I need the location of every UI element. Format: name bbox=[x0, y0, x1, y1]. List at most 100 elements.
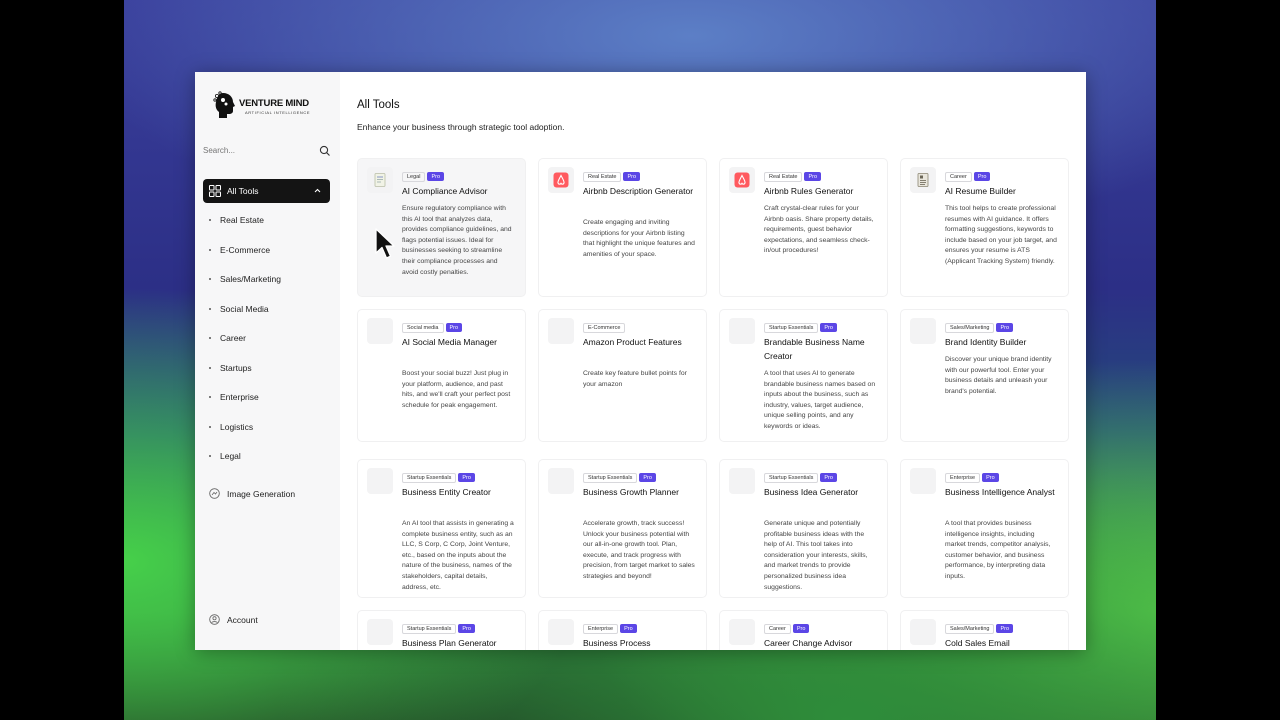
bullet-icon bbox=[209, 455, 211, 457]
app-window: VENTURE MIND ARTIFICIAL INTELLIGENCE All… bbox=[195, 72, 1086, 650]
category-badge: Career bbox=[945, 171, 972, 182]
category-badge: Sales/Marketing bbox=[945, 623, 995, 634]
category-badge: Startup Essentials bbox=[764, 322, 819, 333]
page-subtitle: Enhance your business through strategic … bbox=[357, 122, 565, 132]
pro-badge: Pro bbox=[458, 624, 475, 634]
sidebar-item-label: Account bbox=[227, 615, 258, 625]
sidebar-item-image-generation[interactable]: Image Generation bbox=[209, 486, 329, 502]
placeholder-icon bbox=[548, 468, 574, 494]
airbnb-icon bbox=[729, 167, 755, 193]
sidebar-item-e-commerce[interactable]: E-Commerce bbox=[209, 236, 329, 266]
sidebar-item-label: E-Commerce bbox=[220, 244, 271, 255]
card-tags: Startup Essentials Pro bbox=[583, 469, 656, 487]
card-title: AI Compliance Advisor bbox=[402, 186, 488, 196]
placeholder-icon bbox=[729, 318, 755, 344]
sidebar-item-real-estate[interactable]: Real Estate bbox=[209, 206, 329, 236]
card-title: Business Idea Generator bbox=[764, 487, 859, 497]
sidebar-item-label: Logistics bbox=[220, 421, 254, 432]
tool-card[interactable]: Real Estate Pro Airbnb Rules Generator Craf… bbox=[719, 158, 888, 297]
sidebar-item-enterprise[interactable]: Enterprise bbox=[209, 383, 329, 413]
placeholder-icon bbox=[729, 468, 755, 494]
sidebar-item-label: Enterprise bbox=[220, 392, 259, 402]
tool-card[interactable]: Startup Essentials Pro Business Plan Gener… bbox=[357, 610, 526, 650]
image-generation-icon bbox=[209, 488, 220, 499]
sidebar-item-label: Social Media bbox=[220, 303, 269, 314]
grid-icon bbox=[209, 185, 221, 197]
pro-badge: Pro bbox=[996, 323, 1013, 333]
pro-badge: Pro bbox=[982, 473, 999, 483]
category-badge: Real Estate bbox=[583, 171, 622, 182]
nav-all-tools[interactable]: All Tools bbox=[203, 179, 330, 203]
card-tags: Startup Essentials Pro bbox=[764, 319, 837, 337]
card-title: AI Social Media Manager bbox=[402, 337, 497, 347]
placeholder-icon bbox=[548, 318, 574, 344]
pro-badge: Pro bbox=[639, 473, 656, 483]
search-icon[interactable] bbox=[319, 145, 331, 157]
tool-card[interactable]: Career Pro Career Change Advisor bbox=[719, 610, 888, 650]
sidebar-item-career[interactable]: Career bbox=[209, 324, 329, 354]
bullet-icon bbox=[209, 219, 211, 221]
bullet-icon bbox=[209, 248, 211, 251]
card-title: Business Process bbox=[583, 638, 651, 648]
sidebar-item-social-media[interactable]: Social Media bbox=[209, 295, 329, 325]
card-tags: Real Estate Pro bbox=[583, 168, 640, 186]
sidebar-item-account[interactable]: Account bbox=[209, 612, 329, 628]
card-title: Brand Identity Builder bbox=[945, 337, 1027, 347]
card-description: Craft crystal-clear rules for your Airbn… bbox=[764, 205, 874, 255]
pro-badge: Pro bbox=[458, 473, 475, 483]
category-badge: Sales/Marketing bbox=[945, 322, 995, 333]
chevron-up-icon[interactable] bbox=[313, 186, 322, 195]
card-title: Airbnb Description Generator bbox=[583, 186, 694, 196]
pro-badge: Pro bbox=[973, 172, 991, 182]
tool-card[interactable]: E-Commerce Amazon Product Features Create … bbox=[538, 309, 707, 442]
tool-card[interactable]: Real Estate Pro Airbnb Description Generat… bbox=[538, 158, 707, 297]
card-tags: Startup Essentials Pro bbox=[402, 469, 475, 487]
document-icon bbox=[367, 167, 393, 193]
sidebar: VENTURE MIND ARTIFICIAL INTELLIGENCE All… bbox=[195, 72, 340, 650]
mouse-cursor-icon bbox=[375, 228, 395, 259]
card-tags: Sales/Marketing Pro bbox=[945, 620, 1013, 638]
placeholder-icon bbox=[910, 468, 936, 494]
sidebar-item-legal[interactable]: Legal bbox=[209, 442, 329, 472]
pro-badge: Pro bbox=[820, 473, 837, 483]
page-title: All Tools bbox=[357, 99, 400, 111]
sidebar-item-logistics[interactable]: Logistics bbox=[209, 413, 329, 443]
nav-all-tools-label: All Tools bbox=[227, 186, 259, 196]
card-description: An AI tool that assists in generating a … bbox=[402, 520, 514, 591]
placeholder-icon bbox=[367, 318, 393, 344]
placeholder-icon bbox=[367, 619, 393, 645]
tool-card[interactable]: Sales/Marketing Pro Brand Identity Builder… bbox=[900, 309, 1069, 442]
card-tags: Career Pro bbox=[764, 620, 810, 638]
tool-card[interactable]: Enterprise Pro Business Intelligence Analy… bbox=[900, 459, 1069, 598]
airbnb-icon bbox=[548, 167, 574, 193]
logo[interactable]: VENTURE MIND ARTIFICIAL INTELLIGENCE bbox=[213, 90, 323, 120]
card-description: A tool that uses AI to generate brandabl… bbox=[764, 370, 876, 430]
pro-badge: Pro bbox=[445, 323, 463, 333]
tool-card[interactable]: Startup Essentials Pro Business Entity Cre… bbox=[357, 459, 526, 598]
tool-card[interactable]: Startup Essentials Pro Business Growth Pla… bbox=[538, 459, 707, 598]
tool-card[interactable]: Sales/Marketing Pro Cold Sales Email bbox=[900, 610, 1069, 650]
card-title: Business Entity Creator bbox=[402, 487, 491, 497]
card-title: Airbnb Rules Generator bbox=[764, 186, 854, 196]
pro-badge: Pro bbox=[623, 172, 640, 182]
placeholder-icon bbox=[910, 619, 936, 645]
pro-badge: Pro bbox=[804, 172, 821, 182]
pro-badge: Pro bbox=[620, 624, 637, 634]
card-description: This tool helps to create professional r… bbox=[945, 205, 1057, 265]
tool-card[interactable]: Social media Pro AI Social Media Manager Bo… bbox=[357, 309, 526, 442]
search-input[interactable] bbox=[203, 146, 313, 155]
category-badge: Enterprise bbox=[945, 472, 981, 483]
tool-card[interactable]: Startup Essentials Pro Business Idea Gener… bbox=[719, 459, 888, 598]
category-list: Real Estate E-Commerce Sales/Marketing S… bbox=[209, 206, 329, 472]
sidebar-item-sales-marketing[interactable]: Sales/Marketing bbox=[209, 265, 329, 295]
sidebar-item-startups[interactable]: Startups bbox=[209, 354, 329, 384]
bullet-icon bbox=[209, 337, 211, 339]
sidebar-item-label: Legal bbox=[220, 451, 241, 461]
tool-card[interactable]: Career Pro AI Resume Builder This tool help… bbox=[900, 158, 1069, 297]
pro-badge: Pro bbox=[427, 172, 445, 182]
card-title: Amazon Product Features bbox=[583, 337, 682, 347]
tool-card[interactable]: Startup Essentials Pro Brandable Business … bbox=[719, 309, 888, 442]
logo-tagline: ARTIFICIAL INTELLIGENCE bbox=[245, 110, 311, 115]
tool-card[interactable]: Enterprise Pro Business Process bbox=[538, 610, 707, 650]
card-tags: Startup Essentials Pro bbox=[402, 620, 475, 638]
